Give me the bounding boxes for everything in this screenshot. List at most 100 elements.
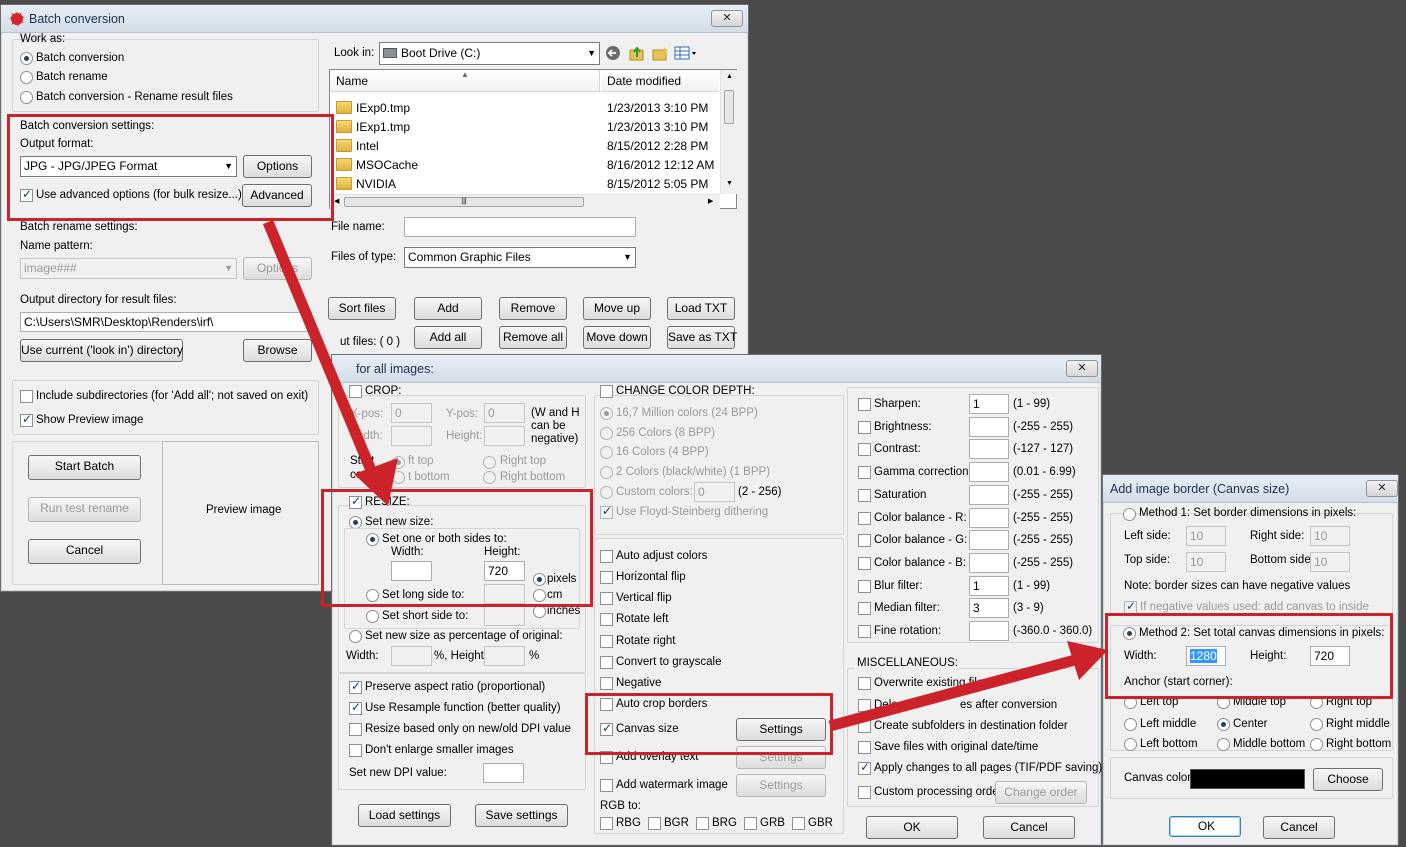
one-or-both-radio[interactable] [366,533,379,546]
save-as-txt-button[interactable]: Save as TXT [667,326,737,349]
use-current-dir-button[interactable]: Use current ('look in') directory [20,339,183,362]
batch-title-bar[interactable]: Batch conversion ✕ [1,5,748,33]
column-header-name[interactable]: Name ▲ [330,70,600,92]
file-name-input[interactable] [404,217,636,237]
anchor-right-top-radio[interactable] [1310,696,1323,709]
show-preview-checkbox[interactable] [20,412,33,427]
delete-files-checkbox[interactable] [858,699,871,712]
anchor-left-top-radio[interactable] [1124,696,1137,709]
files-type-select[interactable]: Common Graphic Files ▼ [404,247,636,268]
resample-checkbox[interactable] [349,700,362,715]
scroll-left-icon[interactable]: ◀ [334,197,339,205]
dpi-based-checkbox[interactable] [349,723,362,736]
filter-checkbox[interactable] [858,602,871,616]
new-folder-icon[interactable] [651,45,669,63]
crop-checkbox[interactable] [349,385,362,398]
rgb-gbr-checkbox[interactable] [792,817,805,830]
cancel-batch-button[interactable]: Cancel [28,539,141,564]
rgb-grb-checkbox[interactable] [744,817,757,830]
percentage-radio[interactable] [349,630,362,643]
unit-inches-radio[interactable] [533,605,546,618]
file-row[interactable]: Intel 8/15/2012 2:28 PM [330,137,720,156]
mode-convert-rename-radio[interactable] [20,91,33,104]
move-up-button[interactable]: Move up [583,297,651,320]
choose-color-button[interactable]: Choose [1313,768,1383,791]
output-dir-input[interactable]: C:\Users\SMR\Desktop\Renders\irf\ [20,312,312,332]
border-title-bar[interactable]: Add image border (Canvas size) ✕ [1103,475,1398,503]
browse-button[interactable]: Browse [243,339,312,362]
view-menu-icon[interactable] [674,45,698,63]
op-checkbox[interactable] [600,550,613,563]
no-enlarge-checkbox[interactable] [349,744,362,757]
border-close-button[interactable]: ✕ [1366,480,1398,497]
method1-radio[interactable] [1123,508,1136,521]
resize-width-input[interactable] [391,561,432,581]
subfolders-checkbox[interactable] [858,720,871,733]
up-folder-icon[interactable] [628,45,646,63]
batch-close-button[interactable]: ✕ [711,10,743,27]
filter-value-input[interactable]: 1 [969,575,1009,596]
anchor-right-bottom-radio[interactable] [1310,738,1323,751]
original-date-checkbox[interactable] [858,741,871,754]
anchor-middle-bottom-radio[interactable] [1217,738,1230,751]
filter-value-input[interactable] [969,530,1009,551]
column-header-date[interactable]: Date modified [601,70,719,92]
canvas-settings-button[interactable]: Settings [736,718,826,741]
filter-value-input[interactable] [969,507,1009,528]
long-side-radio[interactable] [366,589,379,602]
resize-checkbox[interactable] [349,494,362,509]
mode-batch-rename-radio[interactable] [20,71,33,84]
resize-height-input[interactable]: 720 [484,561,525,581]
filter-checkbox[interactable] [858,625,871,638]
use-advanced-checkbox[interactable] [20,187,33,202]
method2-radio[interactable] [1123,627,1136,640]
filter-value-input[interactable] [969,621,1009,641]
mode-batch-conversion-radio[interactable] [20,52,33,65]
advanced-close-button[interactable]: ✕ [1066,360,1098,377]
filter-checkbox[interactable] [858,511,871,525]
op-checkbox[interactable] [600,677,613,690]
filter-value-input[interactable] [969,462,1009,483]
scroll-right-icon[interactable]: ▶ [708,197,713,205]
custom-order-checkbox[interactable] [858,786,871,799]
file-list-hscrollbar[interactable]: ◀ ||| ▶ [330,194,720,209]
filter-checkbox[interactable] [858,398,871,411]
rgb-rbg-checkbox[interactable] [600,817,613,830]
file-list-vscrollbar[interactable]: ▲ ▼ [720,70,737,194]
filter-checkbox[interactable] [858,443,871,457]
file-row[interactable]: MSOCache 8/16/2012 12:12 AM [330,156,720,175]
filter-value-input[interactable] [969,439,1009,460]
overwrite-checkbox[interactable] [858,677,871,690]
add-button[interactable]: Add [414,297,482,320]
anchor-left-middle-radio[interactable] [1124,718,1137,731]
op-checkbox[interactable] [600,635,613,648]
filter-value-input[interactable]: 3 [969,598,1009,619]
format-options-button[interactable]: Options [243,155,312,178]
border-ok-button[interactable]: OK [1169,816,1241,837]
advanced-button[interactable]: Advanced [242,184,312,207]
anchor-left-bottom-radio[interactable] [1124,738,1137,751]
filter-value-input[interactable] [969,552,1009,573]
advanced-cancel-button[interactable]: Cancel [983,816,1075,839]
anchor-right-middle-radio[interactable] [1310,718,1323,731]
filter-value-input[interactable] [969,416,1009,437]
rgb-bgr-checkbox[interactable] [648,817,661,830]
scrollbar-thumb[interactable] [724,90,734,124]
watermark-checkbox[interactable] [600,779,613,792]
unit-pixels-radio[interactable] [533,573,546,586]
color-depth-checkbox[interactable] [600,385,613,398]
file-list[interactable]: Name ▲ Date modified ▲ ▼ ◀ ||| ▶ IExp0.tm… [329,69,737,209]
add-all-button[interactable]: Add all [414,326,482,349]
filter-checkbox[interactable] [858,420,871,434]
filter-value-input[interactable] [969,484,1009,505]
filter-checkbox[interactable] [858,488,871,502]
op-checkbox[interactable] [600,613,613,626]
border-cancel-button[interactable]: Cancel [1263,816,1335,839]
remove-all-button[interactable]: Remove all [499,326,567,349]
unit-cm-radio[interactable] [533,589,546,602]
canvas-height-input[interactable]: 720 [1310,646,1350,666]
remove-button[interactable]: Remove [499,297,567,320]
filter-checkbox[interactable] [858,534,871,548]
save-settings-button[interactable]: Save settings [475,804,568,827]
include-subdirs-checkbox[interactable] [20,390,33,403]
